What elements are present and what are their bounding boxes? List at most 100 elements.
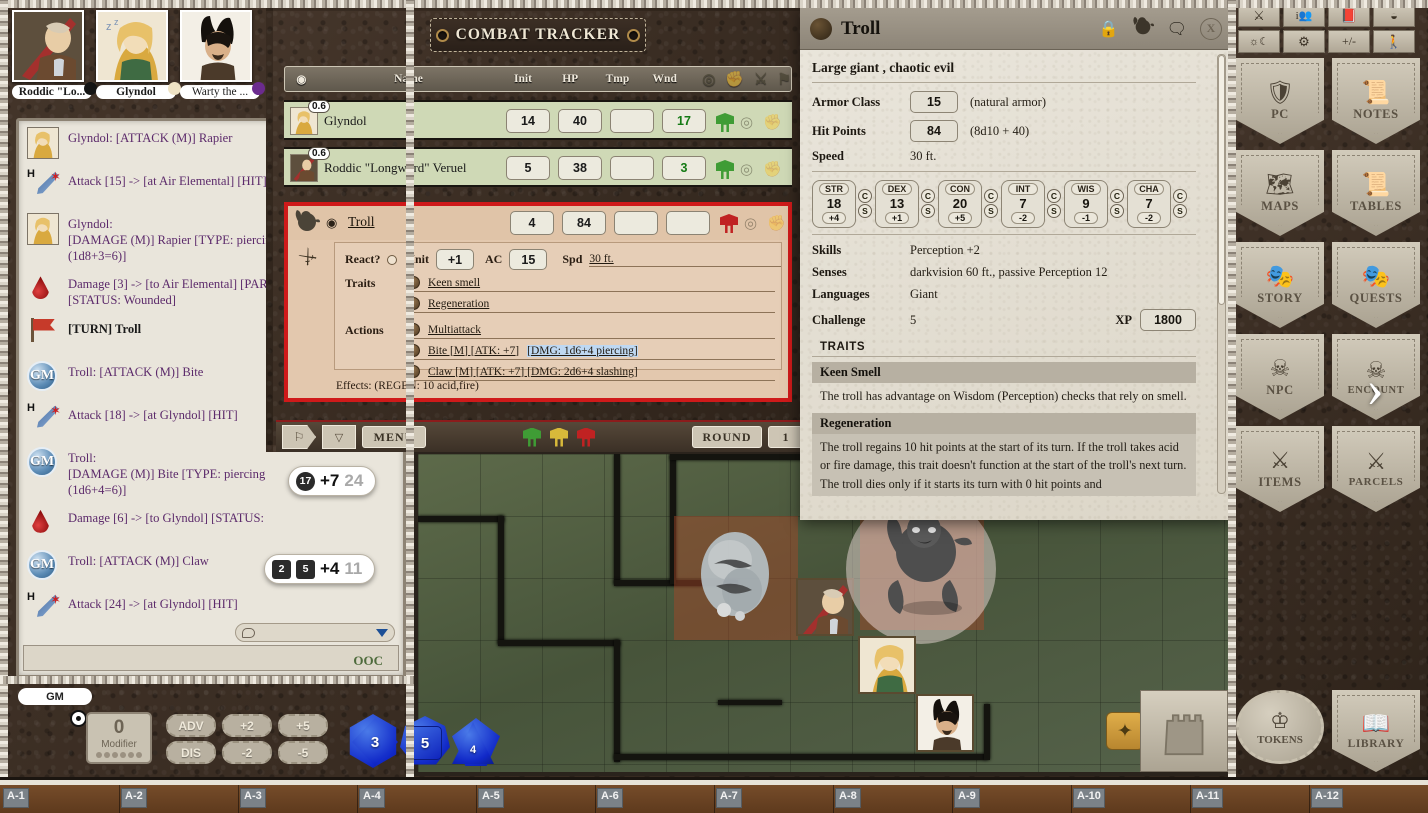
close-icon[interactable]: X [1200,18,1222,40]
effects-icon[interactable]: ◎ [740,113,753,132]
armor-class-value[interactable]: 15 [910,91,958,113]
air-elemental-token[interactable] [680,524,790,634]
identity-tag[interactable]: GM [18,688,92,705]
sidebar-expand-arrow[interactable]: › [1352,360,1398,416]
ability-int[interactable]: INT 7 -2 CS [1001,180,1061,228]
roll-bubble-attack[interactable]: 17 +7 24 [288,466,376,496]
active-entry-name[interactable]: Troll [348,214,528,230]
init-value[interactable]: +1 [436,249,474,270]
chevron-down-icon[interactable] [376,629,388,637]
sheet-body[interactable]: Large giant , chaotic evil Armor Class 1… [800,50,1208,520]
save-button[interactable]: S [1047,204,1061,218]
save-button[interactable]: S [1110,204,1124,218]
sword-icon[interactable]: ⚔ [754,70,767,89]
minus2-button[interactable]: -2 [222,741,272,764]
ability-dex[interactable]: DEX 13 +1 CS [875,180,935,228]
minus5-button[interactable]: -5 [278,741,328,764]
ability-wis[interactable]: WIS 9 -1 CS [1064,180,1124,228]
action-damage-link[interactable]: [DMG: 1d6+4 piercing] [527,345,638,357]
ability-con[interactable]: CON 20 +5 CS [938,180,998,228]
roddic-token[interactable] [796,578,854,636]
xp-value[interactable]: 1800 [1140,309,1196,331]
sidebar-item-notes[interactable]: 📜 NOTES [1332,58,1420,144]
sidebar-item-tokens[interactable]: ♔ TOKENS [1236,690,1324,764]
sidebar-item-parcels[interactable]: ⚔ PARCELS [1332,426,1420,512]
row-wnd[interactable]: 17 [662,109,706,133]
scrollbar-thumb[interactable] [1218,55,1225,305]
row-hp[interactable]: 84 [562,211,606,235]
speed-value[interactable]: 30 ft. [910,149,936,164]
character-icon[interactable]: 🚶 [1373,30,1415,53]
effects-icon[interactable]: ◎ [740,160,753,179]
sword-icon[interactable]: ⚔ [295,243,323,272]
sidebar-item-pc[interactable]: 🛡 PC [1236,58,1324,144]
sidebar-item-tables[interactable]: 📜 TABLES [1332,150,1420,236]
portrait-glyndol[interactable]: z z Glyndol [96,10,176,99]
portrait-warty[interactable]: Warty the ... [180,10,260,99]
ability-str[interactable]: STR 18 +4 CS [812,180,872,228]
fist-icon[interactable]: ✊ [767,214,786,233]
next-actor-button[interactable]: ⚐ [282,425,316,449]
check-button[interactable]: C [858,189,872,203]
effects-icon[interactable]: ◎ [744,214,757,233]
react-checkbox[interactable] [387,255,397,265]
scrollbar[interactable] [1217,54,1226,494]
row-init[interactable]: 4 [510,211,554,235]
ability-cha[interactable]: CHA 7 -2 CS [1127,180,1187,228]
row-init[interactable]: 14 [506,109,550,133]
sidebar-item-items[interactable]: ⚔ ITEMS [1236,426,1324,512]
row-init[interactable]: 5 [506,156,550,180]
check-button[interactable]: C [921,189,935,203]
fist-icon[interactable]: ✊ [763,113,782,132]
trait-link[interactable]: Regeneration [428,298,489,310]
ooc-toggle[interactable]: OOC [353,653,383,669]
modifier-box[interactable]: 0 Modifier [86,712,152,764]
plus5-button[interactable]: +5 [278,714,328,737]
sidebar-item-quests[interactable]: 🎭 QUESTS [1332,242,1420,328]
row-tmp[interactable] [610,156,654,180]
glyndol-token[interactable] [858,636,916,694]
languages-value[interactable]: Giant [910,287,938,302]
fist-icon[interactable]: ✊ [763,160,782,179]
lock-icon[interactable]: 🔒 [1099,19,1119,39]
action-link[interactable]: Multiattack [428,324,481,336]
action-link[interactable]: Claw [M] [ATK: +7] [DMG: 2d6+4 slashing] [428,366,638,378]
speech-bubble-icon[interactable]: 🗨 [1167,19,1187,39]
warty-token[interactable] [916,694,974,752]
troll-token-icon[interactable] [1132,15,1154,42]
round-value[interactable]: 1 [768,426,804,448]
dice-settings-icon[interactable] [70,710,87,727]
table-row[interactable]: 0.6 Glyndol 14 40 17 ◎ ✊ ⚔ [284,100,792,140]
roll-bubble-damage[interactable]: 2 5 +4 11 [264,554,375,584]
adv-button[interactable]: ADV [166,714,216,737]
row-tmp[interactable] [610,109,654,133]
sidebar-item-maps[interactable]: 🗺 MAPS [1236,150,1324,236]
day-night-icon[interactable]: ☼☾ [1238,30,1280,53]
menu-button[interactable]: MENU [362,426,426,448]
sidebar-item-library[interactable]: 📖 LIBRARY [1332,690,1420,772]
chat-input[interactable] [23,645,399,671]
dis-button[interactable]: DIS [166,741,216,764]
sidebar-item-story[interactable]: 🎭 STORY [1236,242,1324,328]
check-button[interactable]: C [1047,189,1061,203]
spd-value[interactable]: 30 ft. [589,253,781,267]
active-combatant-entry[interactable]: ◉ Troll 4 84 ◎ ✊ ⚔ ⚔ React? In [284,202,792,402]
chat-mode-selector[interactable] [235,623,395,642]
ac-value[interactable]: 15 [509,249,547,270]
effects-icon[interactable]: ◎ [702,70,715,89]
save-button[interactable]: S [921,204,935,218]
challenge-value[interactable]: 5 [910,313,916,328]
targeting-icon[interactable]: ✦ [1106,712,1144,750]
row-hp[interactable]: 40 [558,109,602,133]
flag-icon[interactable]: ⚑ [778,70,791,89]
visibility-icon[interactable]: ◉ [326,215,337,231]
trait-link[interactable]: Keen smell [428,277,480,289]
plus-minus-icon[interactable]: +/- [1328,30,1370,53]
row-hp[interactable]: 38 [558,156,602,180]
plus2-button[interactable]: +2 [222,714,272,737]
options-gear-icon[interactable]: ⚙ [1283,30,1325,53]
visibility-icon[interactable]: ◉ [285,72,318,86]
check-button[interactable]: C [1173,189,1187,203]
row-wnd[interactable] [666,211,710,235]
portrait-roddic[interactable]: Roddic "Lo... [12,10,92,99]
